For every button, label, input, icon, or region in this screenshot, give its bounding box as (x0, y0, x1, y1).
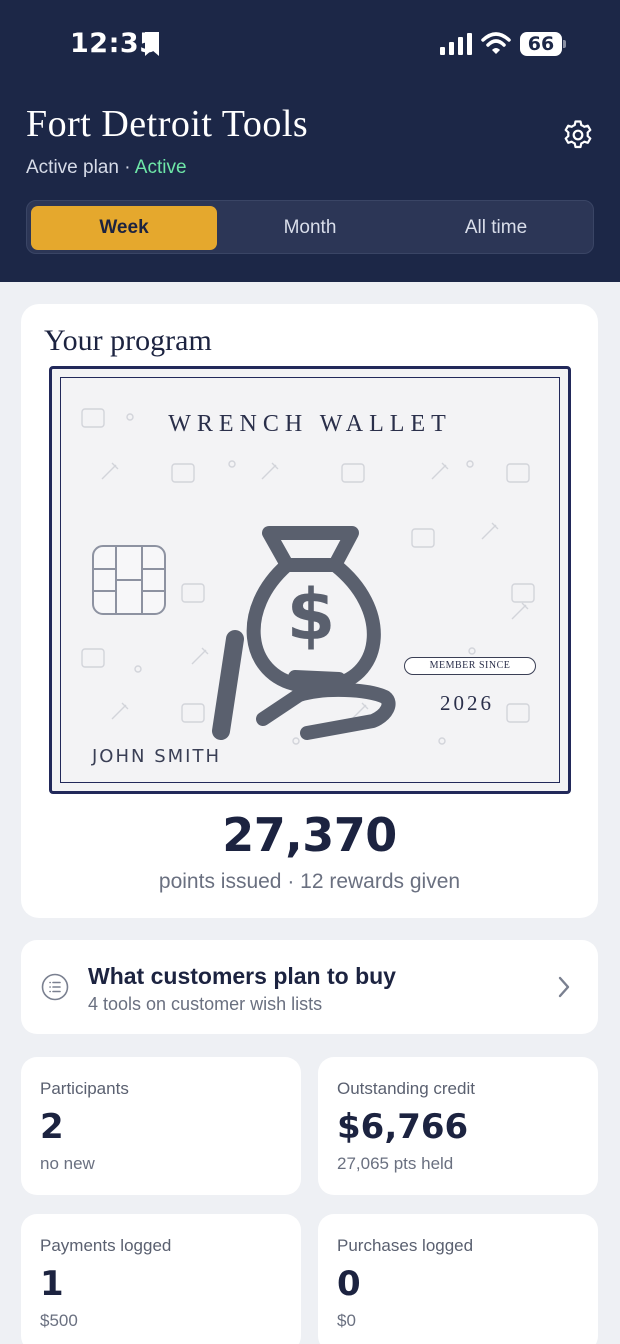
card-brand: WRENCH WALLET (168, 411, 452, 437)
plan-status: Active (134, 157, 187, 178)
stat-subtext: 27,065 pts held (337, 1154, 454, 1173)
stat-tile-participants[interactable]: Participants 2 no new (21, 1057, 301, 1195)
battery-tip (563, 40, 566, 48)
period-segmented-control: Week Month All time (26, 200, 594, 254)
stat-value: 2 (40, 1107, 64, 1147)
gear-icon[interactable] (562, 119, 594, 156)
member-year: 2026 (440, 691, 494, 715)
loyalty-card[interactable]: WRENCH WALLET $ MEMBER SINCE 2026 JOHN S (49, 366, 571, 794)
plan-line: Active plan · Active (26, 157, 187, 179)
signal-icon (440, 33, 472, 60)
program-card: Your program WRENCH WALLET $ MEMBER SINC… (21, 304, 598, 918)
points-caption: points issued · 12 rewards given (158, 870, 461, 893)
stat-label: Payments logged (40, 1236, 172, 1255)
plan-separator: · (118, 157, 135, 178)
stat-value: $6,766 (337, 1107, 469, 1147)
chevron-right-icon (557, 976, 571, 1003)
stat-value: 0 (337, 1264, 361, 1304)
stat-subtext: $500 (40, 1311, 78, 1330)
stat-value: 1 (40, 1264, 64, 1304)
stat-label: Participants (40, 1079, 129, 1098)
wishlist-subtitle: 4 tools on customer wish lists (88, 994, 323, 1014)
points-issued-value: 27,370 (222, 808, 397, 862)
list-icon (41, 973, 69, 1006)
wishlist-row[interactable]: What customers plan to buy 4 tools on cu… (21, 940, 598, 1034)
app-header: 12:35 66 Fort Detroit Tools Active plan … (0, 0, 620, 282)
member-since-label: MEMBER SINCE (404, 657, 536, 675)
app-title: Fort Detroit Tools (26, 103, 309, 145)
stat-tile-outstanding-credit[interactable]: Outstanding credit $6,766 27,065 pts hel… (318, 1057, 598, 1195)
stat-subtext: no new (40, 1154, 95, 1173)
stat-label: Purchases logged (337, 1236, 474, 1255)
tab-all-time[interactable]: All time (403, 206, 589, 250)
wishlist-title: What customers plan to buy (88, 963, 396, 989)
tab-week[interactable]: Week (31, 206, 217, 250)
bookmark-icon (144, 31, 160, 62)
status-bar: 12:35 66 (0, 0, 620, 90)
wifi-icon (481, 31, 511, 60)
stat-tile-payments-logged[interactable]: Payments logged 1 $500 (21, 1214, 301, 1344)
stat-label: Outstanding credit (337, 1079, 475, 1098)
program-title: Your program (44, 324, 212, 357)
money-bag-icon: $ (207, 519, 437, 754)
stat-subtext: $0 (337, 1311, 356, 1330)
stat-tile-purchases-logged[interactable]: Purchases logged 0 $0 (318, 1214, 598, 1344)
plan-label: Active plan (26, 157, 119, 178)
tab-month[interactable]: Month (217, 206, 403, 250)
chip-icon (92, 545, 166, 620)
battery-indicator: 66 (520, 32, 562, 56)
svg-text:$: $ (287, 574, 336, 656)
card-holder-name: JOHN SMITH (92, 746, 221, 767)
